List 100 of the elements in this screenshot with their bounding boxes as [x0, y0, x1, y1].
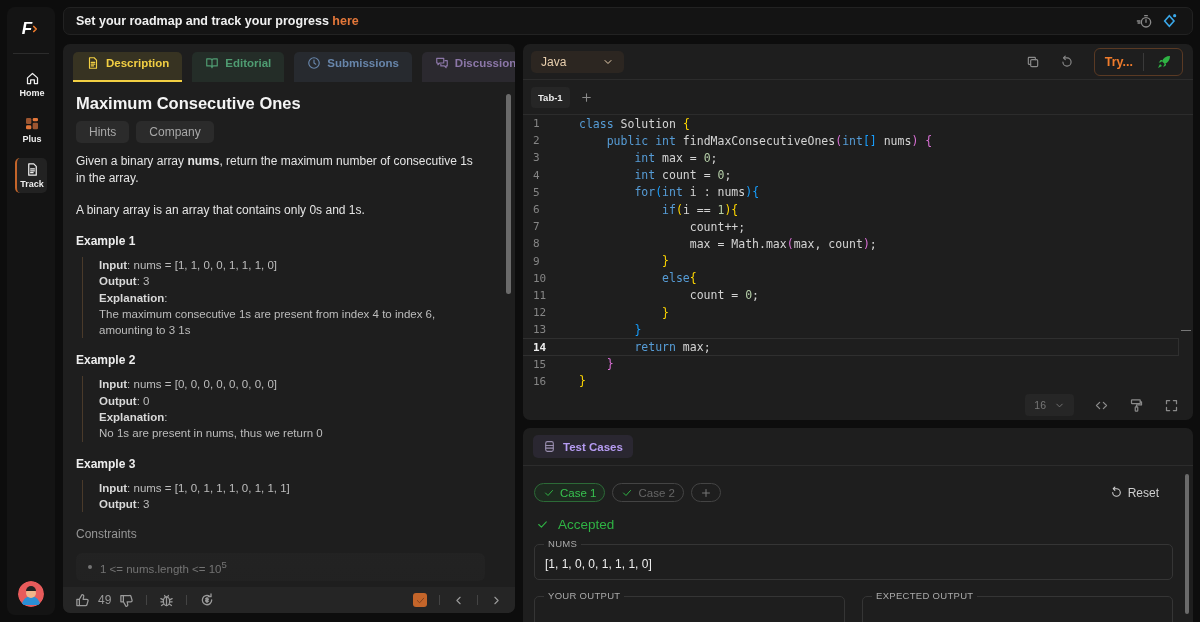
paragraph: A binary array is an array that contains only 0s and 1s.: [76, 202, 366, 219]
thumbs-up-icon[interactable]: [75, 592, 90, 608]
case-tab[interactable]: Case 1: [534, 483, 606, 502]
code-line: }: [579, 374, 586, 389]
example-heading: Example 1: [76, 234, 137, 248]
code-line: }: [633, 322, 642, 337]
clock-icon: [307, 56, 322, 70]
code-line: }: [661, 254, 669, 269]
constraints-heading: Constraints: [76, 527, 138, 542]
code-line: else{: [661, 271, 697, 286]
code-line: class Solution {: [579, 116, 690, 131]
example-text: Explanation:: [99, 410, 169, 426]
code-line: int max = 0;: [633, 150, 718, 165]
file-tab[interactable]: Tab-1: [531, 86, 570, 108]
line-number: 8: [532, 237, 541, 251]
tab[interactable]: Submissions: [294, 52, 412, 82]
blocks-icon: [24, 116, 40, 132]
line-number: 14: [532, 340, 548, 354]
font-size-dropdown[interactable]: 16: [1025, 394, 1074, 416]
banner-text: Set your roadmap and track your progress here: [76, 14, 359, 28]
code-line: if(i == 1){: [661, 202, 739, 217]
example-text: Output: 3: [99, 274, 151, 290]
example-text: Input: nums = [0, 0, 0, 0, 0, 0, 0, 0]: [99, 377, 278, 393]
document-icon: [86, 56, 100, 70]
example-text: Input: nums = [1, 0, 1, 1, 1, 0, 1, 1, 1]: [99, 480, 291, 496]
line-number: 1: [532, 117, 541, 131]
like-count: 49: [98, 593, 112, 607]
tab[interactable]: Editorial: [192, 52, 285, 82]
tab[interactable]: Description: [73, 52, 183, 82]
example-text: Explanation:: [99, 290, 169, 306]
scrollbar[interactable]: [1185, 474, 1189, 614]
paragraph: Given a binary array nums, return the maximum number of consecutive 1s in the array.: [76, 153, 474, 187]
code-line: max = Math.max(max, count);: [688, 236, 877, 251]
plus-icon: [699, 486, 712, 499]
solved-checkbox[interactable]: [413, 593, 427, 607]
list-icon: [543, 440, 556, 453]
reset-icon[interactable]: [1059, 54, 1074, 69]
code-line: }: [605, 357, 614, 372]
nav-item[interactable]: Plus: [15, 112, 47, 148]
example-heading: Example 2: [76, 353, 137, 368]
example-heading: Example 3: [76, 456, 137, 471]
line-number: 4: [532, 168, 541, 182]
line-number: 5: [532, 185, 541, 199]
line-number: 9: [532, 254, 541, 268]
constraint-text: 1 <= nums.length <= 10$^{5}$: [100, 559, 227, 576]
code-line: int count = 0;: [633, 168, 732, 183]
code-line: count++;: [688, 219, 746, 234]
try-button[interactable]: Try...: [1094, 52, 1144, 71]
copy-icon[interactable]: [1025, 54, 1040, 69]
bug-icon[interactable]: [159, 592, 175, 608]
test-cases-tab[interactable]: Test Cases: [533, 435, 633, 458]
line-number: 16: [532, 374, 548, 388]
field-value: [1, 1, 0, 0, 1, 1, 1, 0]: [545, 557, 653, 571]
line-number: 6: [532, 203, 541, 217]
home-icon: [24, 71, 40, 86]
problem-title: Maximum Consecutive Ones: [76, 94, 302, 113]
reset-icon: [1109, 486, 1123, 499]
thumbs-down-icon[interactable]: [119, 592, 135, 608]
paint-roller-icon[interactable]: [1129, 397, 1144, 413]
sparkle-icon[interactable]: [1162, 13, 1178, 29]
rocket-icon[interactable]: [1156, 53, 1172, 70]
field-label: YOUR OUTPUT: [544, 590, 625, 601]
avatar[interactable]: [18, 581, 44, 607]
line-number: 15: [532, 357, 548, 371]
book-icon: [205, 56, 220, 70]
tag-button[interactable]: Company: [136, 121, 214, 143]
field-label: EXPECTED OUTPUT: [872, 590, 978, 601]
bullet: [88, 565, 92, 570]
tab[interactable]: Discussion: [421, 52, 515, 82]
add-tab-icon[interactable]: [579, 90, 593, 104]
line-number: 3: [532, 151, 541, 165]
example-text: The maximum consecutive 1s are present from index 4 to index 6, amounting to 3 1s: [99, 306, 437, 339]
field-label: NUMS: [544, 538, 582, 549]
line-number: 11: [532, 288, 548, 302]
code-line: return max;: [633, 340, 711, 355]
code-line: for(int i : nums){: [633, 185, 760, 200]
example-text: Input: nums = [1, 1, 0, 0, 1, 1, 1, 0]: [99, 258, 278, 273]
line-number: 7: [532, 220, 541, 234]
code-line: public int findMaxConsecutiveOnes(int[] nums) {: [605, 133, 933, 148]
here-link[interactable]: here: [332, 14, 359, 28]
example-text: Output: 3: [99, 496, 151, 512]
tag-button[interactable]: Hints: [76, 121, 130, 143]
timer-icon[interactable]: [1136, 13, 1152, 29]
example-text: No 1s are present in nums, thus we return 0: [99, 426, 324, 442]
language-dropdown[interactable]: Java: [531, 50, 624, 73]
line-number: 10: [532, 271, 548, 285]
nav-item[interactable]: Home: [15, 67, 47, 102]
line-number: 2: [532, 134, 541, 148]
chat-icon: [434, 56, 449, 70]
example-text: Output: 0: [99, 393, 151, 409]
reset-button[interactable]: Reset: [1103, 484, 1165, 501]
logo: F: [21, 19, 33, 39]
status-text: Accepted: [558, 517, 615, 532]
code-line: }: [661, 305, 669, 320]
code-line: count = 0;: [688, 288, 760, 303]
fullscreen-icon[interactable]: [1164, 397, 1179, 413]
line-number: 12: [532, 306, 548, 320]
line-number: 13: [532, 323, 548, 337]
check-icon: [536, 518, 549, 531]
nav-item[interactable]: Track: [15, 158, 47, 193]
